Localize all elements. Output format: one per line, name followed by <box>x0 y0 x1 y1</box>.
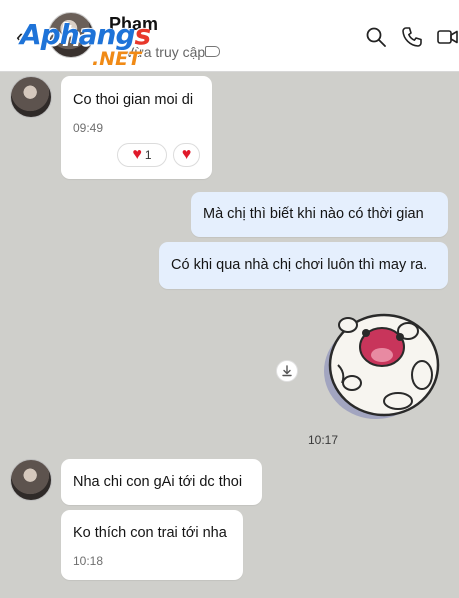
message-bubble-outgoing[interactable]: Mà chị thì biết khi nào có thời gian <box>191 192 448 237</box>
message-text: Mà chị thì biết khi nào có thời gian <box>203 206 424 222</box>
video-call-icon[interactable] <box>436 26 458 48</box>
chat-header: ‹ Pham Vừa truy cập Aphangs .NET <box>0 0 459 72</box>
reaction-count: 1 <box>144 148 152 162</box>
message-bubble-incoming[interactable]: Ko thích con trai tới nha 10:18 <box>61 510 243 580</box>
search-icon[interactable] <box>365 26 387 48</box>
message-time: 09:49 <box>73 121 104 135</box>
reaction-count-badge[interactable]: ♥ 1 <box>117 143 167 167</box>
message-bubble-incoming[interactable]: Co thoi gian moi di 09:49 ♥ 1 ♥ <box>61 76 212 179</box>
phone-icon[interactable] <box>401 26 423 48</box>
label-tag-icon[interactable] <box>205 46 220 57</box>
watermark-logo: Aphangs .NET <box>20 18 151 70</box>
message-text: Ko thích con trai tới nha <box>73 525 227 541</box>
message-time: 10:18 <box>73 554 104 568</box>
sticker-image[interactable] <box>318 303 442 423</box>
download-sticker-button[interactable] <box>276 360 298 382</box>
message-bubble-incoming[interactable]: Nha chi con gAi tới dc thoi <box>61 459 262 505</box>
message-text: Co thoi gian moi di <box>73 92 194 108</box>
heart-icon: ♥ <box>181 146 192 163</box>
sender-avatar[interactable] <box>10 76 52 118</box>
sender-avatar[interactable] <box>10 459 52 501</box>
message-time: 10:17 <box>308 433 339 447</box>
download-icon <box>282 365 292 377</box>
add-reaction-button[interactable]: ♥ <box>173 143 200 167</box>
message-text: Có khi qua nhà chị chơi luôn thì may ra. <box>171 257 428 273</box>
heart-icon: ♥ <box>132 146 142 163</box>
message-text: Nha chi con gAi tới dc thoi <box>73 474 243 490</box>
message-bubble-outgoing[interactable]: Có khi qua nhà chị chơi luôn thì may ra. <box>159 242 448 289</box>
